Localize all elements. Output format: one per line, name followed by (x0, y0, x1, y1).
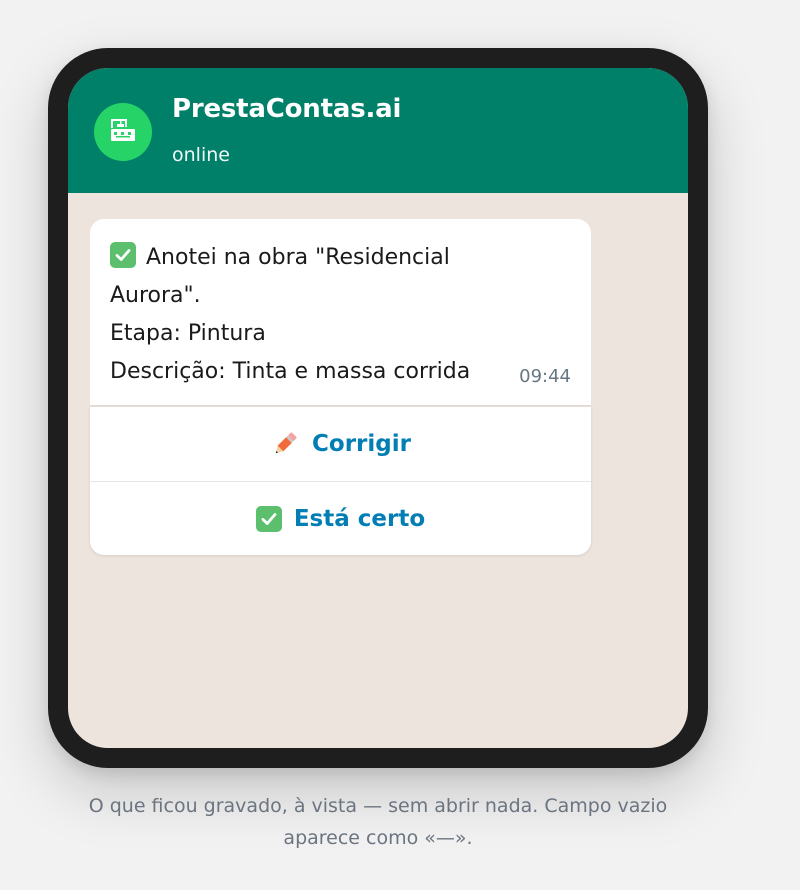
chat-header: PrestaContas.ai online (68, 68, 688, 193)
message-timestamp: 09:44 (519, 366, 571, 387)
message-bubble: Anotei na obra "Residencial Aurora". Eta… (90, 219, 591, 405)
contact-status: online (172, 144, 230, 166)
figure-caption: O que ficou gravado, à vista — sem abrir… (88, 795, 668, 849)
contact-avatar[interactable] (94, 103, 152, 161)
message-text-2: Aurora". (110, 283, 201, 308)
esta-certo-button[interactable]: Está certo (90, 481, 591, 555)
message-text-3: Etapa: Pintura (110, 321, 266, 346)
check-box-shape (255, 505, 282, 532)
check-mark-button-icon (255, 505, 282, 532)
esta-certo-label: Está certo (293, 505, 426, 532)
message-group: Anotei na obra "Residencial Aurora". Eta… (90, 219, 591, 555)
contact-name: PrestaContas.ai (172, 94, 402, 124)
crane-icon (108, 115, 138, 149)
phone-frame: PrestaContas.ai online Anotei na obra "R… (48, 48, 708, 768)
check-mark-button-icon (110, 242, 136, 268)
pencil-icon (270, 429, 300, 459)
corrigir-label: Corrigir (312, 431, 411, 457)
message-text-4: Descrição: Tinta e massa corrida (110, 359, 471, 384)
message-line: Anotei na obra "Residencial (110, 239, 571, 277)
chat-screen: PrestaContas.ai online Anotei na obra "R… (68, 68, 688, 748)
quick-reply-buttons: Corrigir Está certo (90, 407, 591, 555)
message-text-1: Anotei na obra "Residencial (146, 245, 450, 270)
corrigir-button[interactable]: Corrigir (90, 407, 591, 481)
